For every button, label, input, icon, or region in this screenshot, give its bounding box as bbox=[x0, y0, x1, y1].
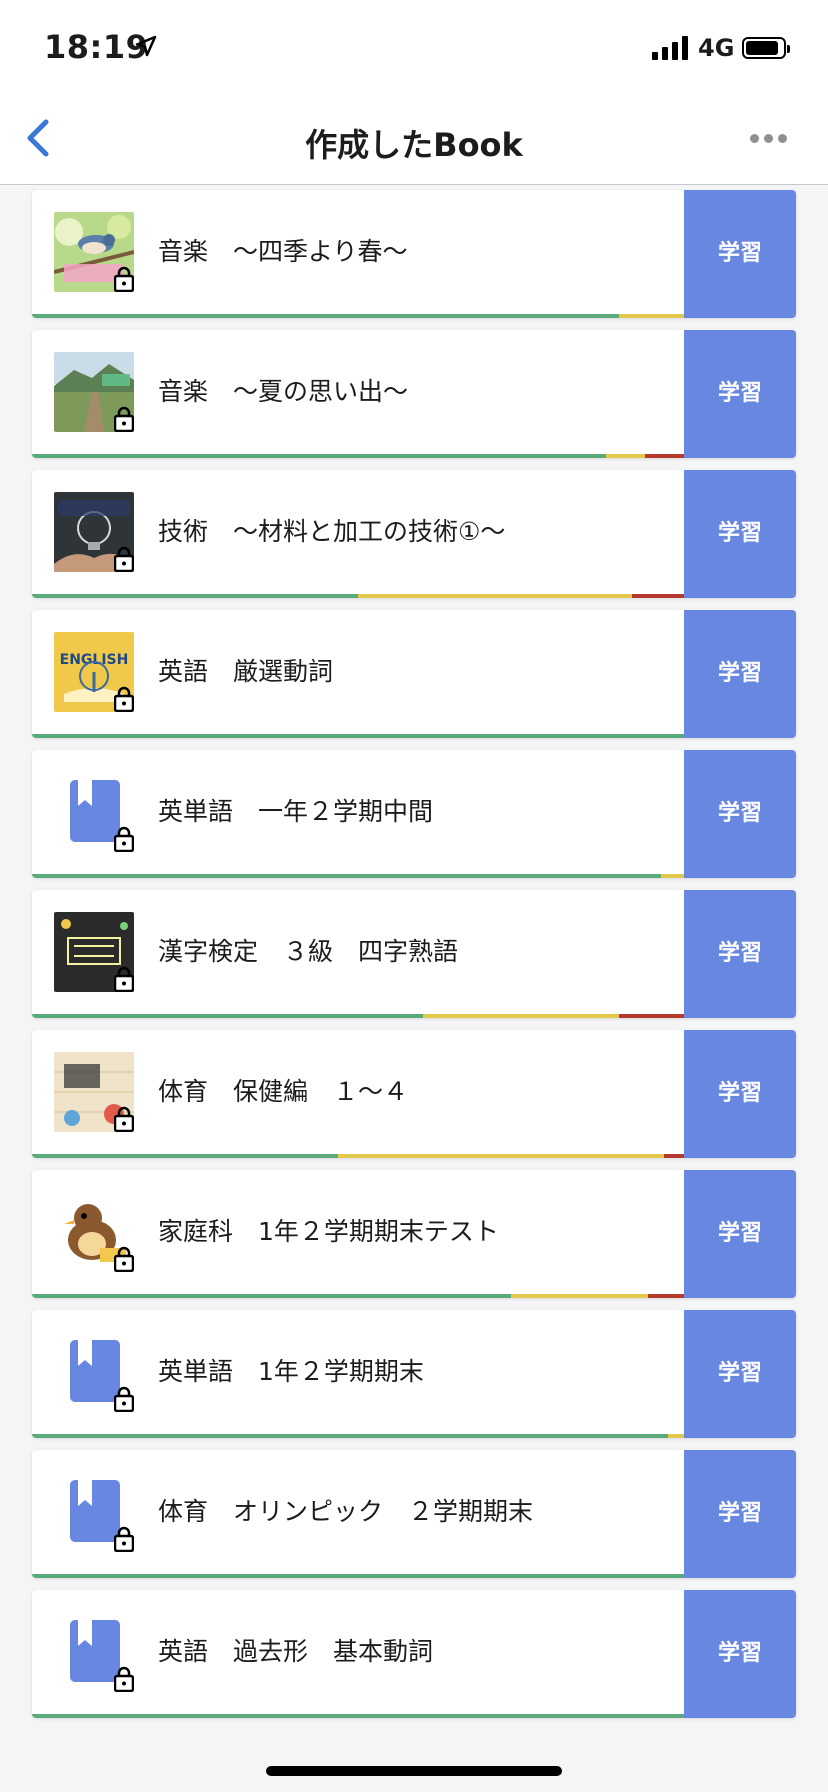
book-list: 音楽 ～四季より春～ 学習 音楽 ～夏の思い出～ 学習 技術 ～材料と加工の技術①～ 学習… bbox=[32, 190, 796, 1730]
study-button[interactable]: 学習 bbox=[684, 190, 796, 318]
progress-correct bbox=[32, 594, 358, 598]
more-options-icon[interactable] bbox=[750, 134, 787, 143]
battery-icon bbox=[742, 37, 790, 59]
progress-bar bbox=[32, 454, 684, 458]
lock-icon bbox=[113, 1106, 135, 1133]
progress-bar bbox=[32, 1714, 684, 1718]
progress-bar bbox=[32, 314, 684, 318]
progress-wrong bbox=[644, 454, 684, 458]
signal-icon bbox=[652, 36, 688, 60]
lock-icon bbox=[113, 826, 135, 853]
progress-bar bbox=[32, 1294, 684, 1298]
progress-correct bbox=[32, 1154, 339, 1158]
progress-correct bbox=[32, 314, 619, 318]
book-card[interactable]: 家庭科 1年２学期期末テスト 学習 bbox=[32, 1170, 796, 1298]
book-title: 技術 ～材料と加工の技術①～ bbox=[158, 517, 506, 546]
progress-partial bbox=[338, 1154, 665, 1158]
book-card[interactable]: 英単語 1年２学期期末 学習 bbox=[32, 1310, 796, 1438]
book-card[interactable]: 技術 ～材料と加工の技術①～ 学習 bbox=[32, 470, 796, 598]
progress-bar bbox=[32, 594, 684, 598]
study-button[interactable]: 学習 bbox=[684, 1030, 796, 1158]
network-label: 4G bbox=[698, 34, 735, 62]
progress-partial bbox=[605, 454, 645, 458]
book-title: 英語 過去形 基本動詞 bbox=[158, 1637, 434, 1666]
book-card[interactable]: 体育 保健編 １～４ 学習 bbox=[32, 1030, 796, 1158]
book-title: 漢字検定 ３級 四字熟語 bbox=[158, 937, 459, 966]
progress-bar bbox=[32, 1014, 684, 1018]
progress-correct bbox=[32, 1574, 684, 1578]
lock-icon bbox=[113, 406, 135, 433]
book-title: 体育 オリンピック ２学期期末 bbox=[158, 1497, 534, 1526]
lock-icon bbox=[113, 1386, 135, 1413]
progress-bar bbox=[32, 874, 684, 878]
study-button[interactable]: 学習 bbox=[684, 610, 796, 738]
book-card[interactable]: 音楽 ～夏の思い出～ 学習 bbox=[32, 330, 796, 458]
progress-wrong bbox=[618, 1014, 684, 1018]
book-card[interactable]: 英語 過去形 基本動詞 学習 bbox=[32, 1590, 796, 1718]
progress-bar bbox=[32, 1434, 684, 1438]
progress-wrong bbox=[631, 594, 684, 598]
lock-icon bbox=[113, 546, 135, 573]
book-title: 音楽 ～夏の思い出～ bbox=[158, 377, 409, 406]
lock-icon bbox=[113, 1526, 135, 1553]
progress-partial bbox=[667, 1434, 684, 1438]
progress-correct bbox=[32, 1294, 512, 1298]
svg-text:ENGLISH: ENGLISH bbox=[60, 652, 129, 668]
study-button[interactable]: 学習 bbox=[684, 470, 796, 598]
study-button[interactable]: 学習 bbox=[684, 1590, 796, 1718]
study-button[interactable]: 学習 bbox=[684, 1310, 796, 1438]
book-card[interactable]: 体育 オリンピック ２学期期末 学習 bbox=[32, 1450, 796, 1578]
lock-icon bbox=[113, 686, 135, 713]
lock-icon bbox=[113, 266, 135, 293]
book-title: 英単語 一年２学期中間 bbox=[158, 797, 434, 826]
book-title: 英語 厳選動詞 bbox=[158, 657, 334, 686]
location-arrow-icon bbox=[135, 35, 157, 57]
progress-wrong bbox=[664, 1154, 684, 1158]
progress-correct bbox=[32, 1014, 424, 1018]
book-title: 家庭科 1年２学期期末テスト bbox=[158, 1217, 499, 1246]
progress-correct bbox=[32, 734, 684, 738]
study-button[interactable]: 学習 bbox=[684, 750, 796, 878]
book-card[interactable]: 音楽 ～四季より春～ 学習 bbox=[32, 190, 796, 318]
progress-bar bbox=[32, 1574, 684, 1578]
progress-partial bbox=[618, 314, 684, 318]
study-button[interactable]: 学習 bbox=[684, 1450, 796, 1578]
page-title: 作成したBook bbox=[305, 126, 523, 164]
study-button[interactable]: 学習 bbox=[684, 1170, 796, 1298]
progress-correct bbox=[32, 874, 662, 878]
book-card[interactable]: 漢字検定 ３級 四字熟語 学習 bbox=[32, 890, 796, 1018]
navigation-bar: 作成したBook bbox=[0, 92, 828, 185]
progress-partial bbox=[423, 1014, 619, 1018]
progress-bar bbox=[32, 734, 684, 738]
progress-partial bbox=[511, 1294, 649, 1298]
lock-icon bbox=[113, 1666, 135, 1693]
book-card[interactable]: ENGLISH 英語 厳選動詞 学習 bbox=[32, 610, 796, 738]
book-card[interactable]: 英単語 一年２学期中間 学習 bbox=[32, 750, 796, 878]
book-title: 体育 保健編 １～４ bbox=[158, 1077, 409, 1106]
lock-icon bbox=[113, 966, 135, 993]
book-title: 英単語 1年２学期期末 bbox=[158, 1357, 424, 1386]
progress-bar bbox=[32, 1154, 684, 1158]
study-button[interactable]: 学習 bbox=[684, 330, 796, 458]
book-title: 音楽 ～四季より春～ bbox=[158, 237, 408, 266]
progress-correct bbox=[32, 1434, 668, 1438]
progress-partial bbox=[661, 874, 684, 878]
status-bar: 18:19 4G bbox=[0, 0, 828, 92]
lock-icon bbox=[113, 1246, 135, 1273]
study-button[interactable]: 学習 bbox=[684, 890, 796, 1018]
progress-wrong bbox=[648, 1294, 684, 1298]
progress-correct bbox=[32, 1714, 684, 1718]
status-time: 18:19 bbox=[44, 28, 149, 66]
progress-correct bbox=[32, 454, 606, 458]
progress-partial bbox=[358, 594, 632, 598]
home-indicator bbox=[266, 1766, 562, 1776]
